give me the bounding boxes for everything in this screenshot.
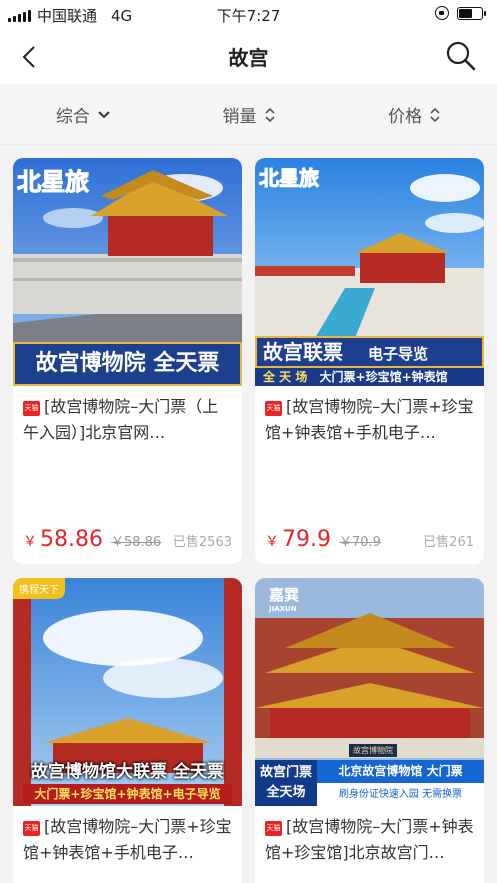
image-strip: 大门票+珍宝馆+钟表馆+电子导览 [23,784,232,804]
price-row: ￥ 79.9 ￥70.9 已售261 [265,527,474,552]
status-bar: 中国联通 4G 下午7:27 [0,0,497,30]
product-name-text: [故宫博物院–大门票+珍宝馆+钟表馆+手机电子… [265,397,474,442]
search-icon[interactable] [445,40,477,72]
price: 58.86 [40,527,103,552]
chevron-down-icon [98,110,110,118]
tmall-badge: 天猫 [265,401,282,416]
product-card[interactable]: 嘉巽 JIAXUN 故宫博物院 故宫门票 全天场 北京故宫博物馆 大门票 刷身份… [255,578,484,883]
filter-price[interactable]: 价格 [331,85,497,144]
brand-logo: 北星旅 [17,168,90,197]
image-strip: 全 天 场 大门票+珍宝馆+钟表馆 [255,368,484,386]
product-card[interactable]: 北星旅 故宫博物院 全天票 天猫 [故宫博物院–大门票（上午入园）]北京官网… ￥… [13,158,242,564]
image-title: 故宫联票 [263,340,343,364]
filter-comprehensive[interactable]: 综合 [0,85,166,144]
tmall-badge: 天猫 [23,401,40,416]
image-subtitle: 电子导览 [367,345,428,363]
product-name[interactable]: 天猫 [故宫博物院–大门票（上午入园）]北京官网… [13,386,242,448]
sort-updown-icon [264,107,275,122]
brand-logo: 北星旅 [259,166,320,191]
image-left-title: 故宫门票 [259,765,312,780]
image-strip-items: 大门票+珍宝馆+钟表馆 [319,370,448,384]
image-right-title: 北京故宫博物馆 大门票 [317,760,484,783]
product-name[interactable]: 天猫 [故宫博物院–大门票+珍宝馆+钟表馆+手机电子… [255,386,484,448]
filter-label: 销量 [222,107,257,127]
brand-name: 嘉巽 [269,586,300,604]
currency-symbol: ￥ [265,534,279,550]
sold-count: 已售2563 [172,535,232,550]
tmall-badge: 天猫 [265,821,282,836]
product-name-text: [故宫博物院–大门票+珍宝馆+钟表馆+手机电子… [23,817,232,862]
tmall-badge: 天猫 [23,821,40,836]
sold-count: 已售261 [423,535,474,550]
status-time: 下午7:27 [216,7,281,25]
image-title-band: 故宫博物馆大联票 全天票 [31,762,224,782]
image-left-sub: 全天场 [266,785,306,800]
brand-name-en: JIAXUN [269,605,297,613]
original-price: ￥58.86 [110,535,162,550]
battery-icon [457,6,486,20]
brand-logo: 嘉巽 JIAXUN [269,584,299,613]
product-card[interactable]: 北星旅 故宫联票 电子导览 全 天 场 大门票+珍宝馆+钟表馆 天猫 [故宫博物院… [255,158,484,564]
image-title-band: 故宫联票 电子导览 [255,336,484,368]
product-name[interactable]: 天猫 [故宫博物院–大门票+钟表馆+珍宝馆]北京故宫门… [255,806,484,868]
nav-bar: 故宫 [0,30,497,84]
product-image[interactable]: 北星旅 故宫博物院 全天票 [13,158,242,386]
image-strip-label: 全 天 场 [263,370,308,384]
product-name[interactable]: 天猫 [故宫博物院–大门票+珍宝馆+钟表馆+手机电子… [13,806,242,868]
filter-label: 价格 [388,107,423,127]
filter-bar: 综合 销量 价格 [0,85,497,145]
price: 79.9 [282,527,331,552]
original-price: ￥70.9 [338,535,381,550]
currency-symbol: ￥ [23,534,37,550]
rotation-lock-icon [435,6,449,20]
product-image[interactable]: 嘉巽 JIAXUN 故宫博物院 故宫门票 全天场 北京故宫博物馆 大门票 刷身份… [255,578,484,806]
brand-logo: 携程天下 [13,578,65,599]
product-name-text: [故宫博物院–大门票+钟表馆+珍宝馆]北京故宫门… [265,817,474,862]
filter-sales[interactable]: 销量 [166,85,332,144]
price-row: ￥ 58.86 ￥58.86 已售2563 [23,527,232,552]
product-image[interactable]: 携程天下 故宫博物馆大联票 全天票 大门票+珍宝馆+钟表馆+电子导览 [13,578,242,806]
page-title: 故宫 [228,46,269,70]
product-image[interactable]: 北星旅 故宫联票 电子导览 全 天 场 大门票+珍宝馆+钟表馆 [255,158,484,386]
filter-label: 综合 [55,107,90,127]
sort-updown-icon [430,107,440,122]
product-card[interactable]: 携程天下 故宫博物馆大联票 全天票 大门票+珍宝馆+钟表馆+电子导览 天猫 [故宫… [13,578,242,883]
product-name-text: [故宫博物院–大门票（上午入园）]北京官网… [23,397,219,442]
image-plaque: 故宫博物院 [349,744,397,757]
image-title-band: 故宫博物院 全天票 [13,342,242,386]
image-right-sub: 刷身份证快速入园 无需换票 [317,783,484,806]
image-left-panel: 故宫门票 全天场 [255,760,317,806]
